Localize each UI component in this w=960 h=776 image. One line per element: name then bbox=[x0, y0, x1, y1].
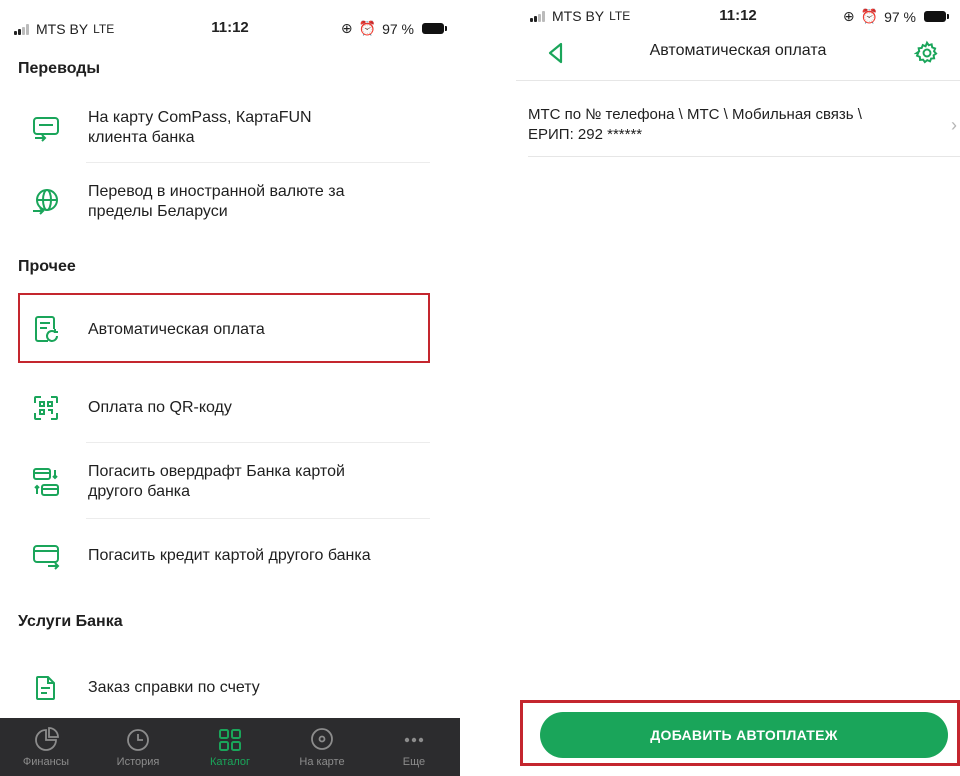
item-label: Погасить овердрафт Банка картой bbox=[88, 463, 345, 480]
auto-payment-list-item[interactable]: МТС по № телефона \ МТС \ Мобильная связ… bbox=[528, 105, 957, 145]
catalog-item-account-statement[interactable]: Заказ справки по счету bbox=[18, 668, 430, 708]
battery-percent: 97 % bbox=[884, 8, 916, 25]
tab-map[interactable]: На карте bbox=[276, 718, 368, 776]
nav-bar: Автоматическая оплата bbox=[516, 34, 960, 76]
clock-icon bbox=[127, 729, 149, 751]
catalog-item-overdraft[interactable]: Погасить овердрафт Банка картой другого … bbox=[18, 460, 430, 504]
auto-payment-screen: MTS BY LTE 11:12 ⊕ ⏰ 97 % Автоматическая… bbox=[516, 0, 960, 776]
status-bar: MTS BY LTE 11:12 ⊕ ⏰ 97 % bbox=[0, 0, 460, 56]
status-right: ⊕ ⏰ 97 % bbox=[842, 8, 949, 25]
tab-label: Финансы bbox=[22, 756, 70, 768]
payment-erip-code: ЕРИП: 292 ****** bbox=[528, 126, 643, 143]
catalog-item-compass-card[interactable]: На карту ComPass, КартаFUN клиента банка bbox=[18, 106, 430, 150]
rotation-lock-icon: ⊕ bbox=[340, 20, 353, 36]
item-label-2: клиента банка bbox=[88, 129, 195, 146]
divider bbox=[86, 518, 430, 519]
page-title: Автоматическая оплата bbox=[649, 42, 827, 59]
item-label-2: другого банка bbox=[88, 483, 191, 500]
more-dots-icon bbox=[404, 737, 424, 743]
status-bar: MTS BY LTE 11:12 ⊕ ⏰ 97 % bbox=[516, 0, 960, 34]
item-label: Перевод в иностранной валюте за bbox=[88, 183, 345, 200]
status-right: ⊕ ⏰ 97 % bbox=[340, 20, 447, 37]
bottom-tab-bar: Финансы История Каталог На карте Еще bbox=[0, 718, 460, 776]
document-icon bbox=[30, 672, 62, 704]
add-autopayment-button[interactable]: ДОБАВИТЬ АВТОПЛАТЕЖ bbox=[540, 712, 948, 758]
battery-icon bbox=[422, 23, 447, 34]
item-label: Погасить кредит картой другого банка bbox=[88, 547, 371, 564]
tab-label: На карте bbox=[299, 756, 345, 768]
section-title-bank-services: Услуги Банка bbox=[18, 613, 123, 630]
tab-label: Еще bbox=[402, 756, 426, 768]
divider bbox=[86, 162, 430, 163]
alarm-icon: ⏰ bbox=[860, 8, 879, 24]
highlight-frame-auto-payment bbox=[18, 293, 430, 363]
pie-chart-icon bbox=[35, 727, 59, 751]
tab-catalog[interactable]: Каталог bbox=[184, 718, 276, 776]
divider bbox=[528, 156, 960, 157]
divider bbox=[86, 442, 430, 443]
location-pin-icon bbox=[311, 728, 333, 750]
item-label-2: пределы Беларуси bbox=[88, 203, 228, 220]
catalog-screen: MTS BY LTE 11:12 ⊕ ⏰ 97 % Переводы На ка… bbox=[0, 0, 460, 776]
grid-icon bbox=[219, 729, 241, 751]
item-label: Заказ справки по счету bbox=[88, 679, 260, 696]
catalog-item-qr-payment[interactable]: Оплата по QR-коду bbox=[18, 388, 430, 428]
tab-finances[interactable]: Финансы bbox=[0, 718, 92, 776]
section-title-other: Прочее bbox=[18, 258, 76, 275]
credit-card-icon bbox=[30, 540, 62, 572]
battery-icon bbox=[924, 11, 949, 22]
overdraft-cards-icon bbox=[30, 466, 62, 498]
battery-percent: 97 % bbox=[382, 20, 414, 37]
item-label: На карту ComPass, КартаFUN bbox=[88, 109, 312, 126]
item-label: Оплата по QR-коду bbox=[88, 399, 232, 416]
catalog-item-foreign-transfer[interactable]: Перевод в иностранной валюте за пределы … bbox=[18, 180, 430, 224]
qr-code-icon bbox=[30, 392, 62, 424]
tab-label: История bbox=[116, 756, 160, 768]
rotation-lock-icon: ⊕ bbox=[842, 8, 855, 24]
alarm-icon: ⏰ bbox=[358, 20, 377, 36]
divider bbox=[516, 80, 960, 81]
tab-history[interactable]: История bbox=[92, 718, 184, 776]
section-title-transfers: Переводы bbox=[18, 60, 101, 77]
catalog-item-credit-payoff[interactable]: Погасить кредит картой другого банка bbox=[18, 536, 430, 576]
payment-path: МТС по № телефона \ МТС \ Мобильная связ… bbox=[528, 106, 862, 123]
card-transfer-icon bbox=[30, 112, 62, 144]
chevron-right-icon: › bbox=[951, 115, 957, 135]
globe-transfer-icon bbox=[30, 186, 62, 218]
gear-icon[interactable] bbox=[913, 40, 940, 66]
tab-label: Каталог bbox=[210, 756, 250, 768]
tab-more[interactable]: Еще bbox=[368, 718, 460, 776]
